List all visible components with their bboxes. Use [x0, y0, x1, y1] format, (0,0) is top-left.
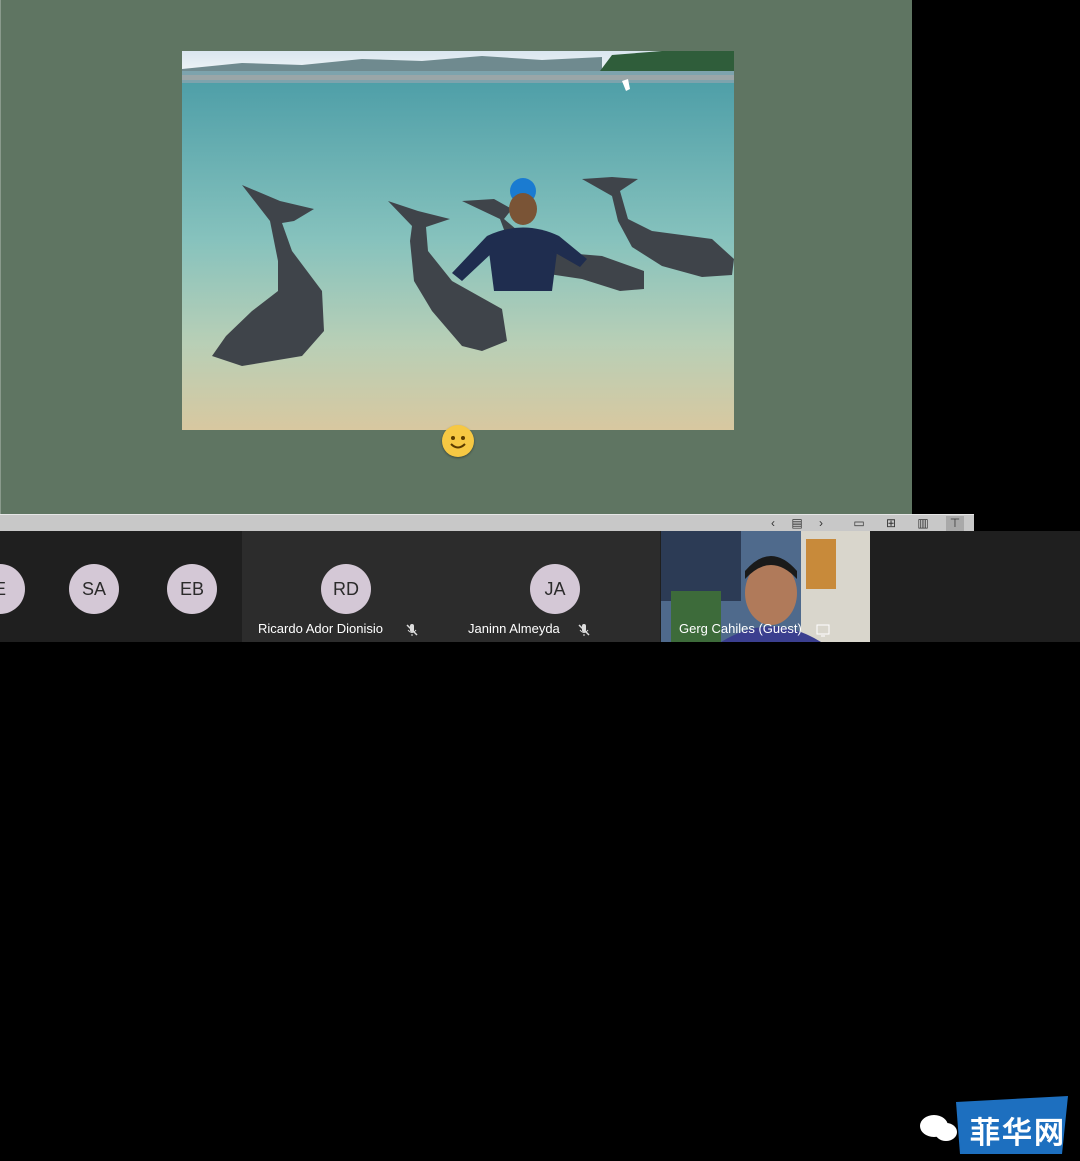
- slide-photo: [182, 51, 734, 430]
- watermark-text: 菲华网: [970, 1117, 1066, 1150]
- participant-name: Gerg Cahiles (Guest): [679, 621, 802, 636]
- right-panel-blank: [912, 0, 1080, 531]
- screen-share-icon: [816, 624, 830, 637]
- participant-tile[interactable]: EB: [150, 531, 242, 642]
- next-slide-icon[interactable]: ›: [812, 516, 830, 531]
- watermark-logo: 菲华网: [910, 1096, 1070, 1156]
- avatar: JA: [530, 564, 580, 614]
- avatar: EB: [167, 564, 217, 614]
- smiley-reaction-icon: [442, 425, 474, 457]
- prev-slide-icon[interactable]: ‹: [764, 516, 782, 531]
- presentation-toolbar: ‹ ▤ › ▭ ⊞ ▥ ⊤: [0, 514, 974, 532]
- dolphin-photo: [182, 51, 734, 430]
- participant-tile[interactable]: E: [0, 531, 40, 642]
- participant-tile[interactable]: JA Janinn Almeyda: [450, 531, 660, 642]
- normal-view-icon[interactable]: ▭: [850, 516, 868, 531]
- mic-muted-icon: [578, 624, 590, 636]
- avatar: E: [0, 564, 25, 614]
- participant-video-tile[interactable]: Gerg Cahiles (Guest): [661, 531, 870, 642]
- participant-tile[interactable]: RD Ricardo Ador Dionisio: [242, 531, 450, 642]
- participant-tile[interactable]: SA: [40, 531, 150, 642]
- participant-strip: E SA EB RD Ricardo Ador Dionisio JA Jani…: [0, 531, 1080, 1154]
- avatar: SA: [69, 564, 119, 614]
- grid-view-icon[interactable]: ⊞: [882, 516, 900, 531]
- avatar: RD: [321, 564, 371, 614]
- reading-view-icon[interactable]: ▥: [914, 516, 932, 531]
- participant-name: Ricardo Ador Dionisio: [258, 621, 384, 636]
- slide-list-icon[interactable]: ▤: [788, 516, 806, 531]
- mic-muted-icon: [406, 624, 418, 636]
- shared-screen-stage: [0, 0, 912, 514]
- presenter-view-icon[interactable]: ⊤: [946, 516, 964, 531]
- participant-name: Janinn Almeyda: [468, 621, 560, 636]
